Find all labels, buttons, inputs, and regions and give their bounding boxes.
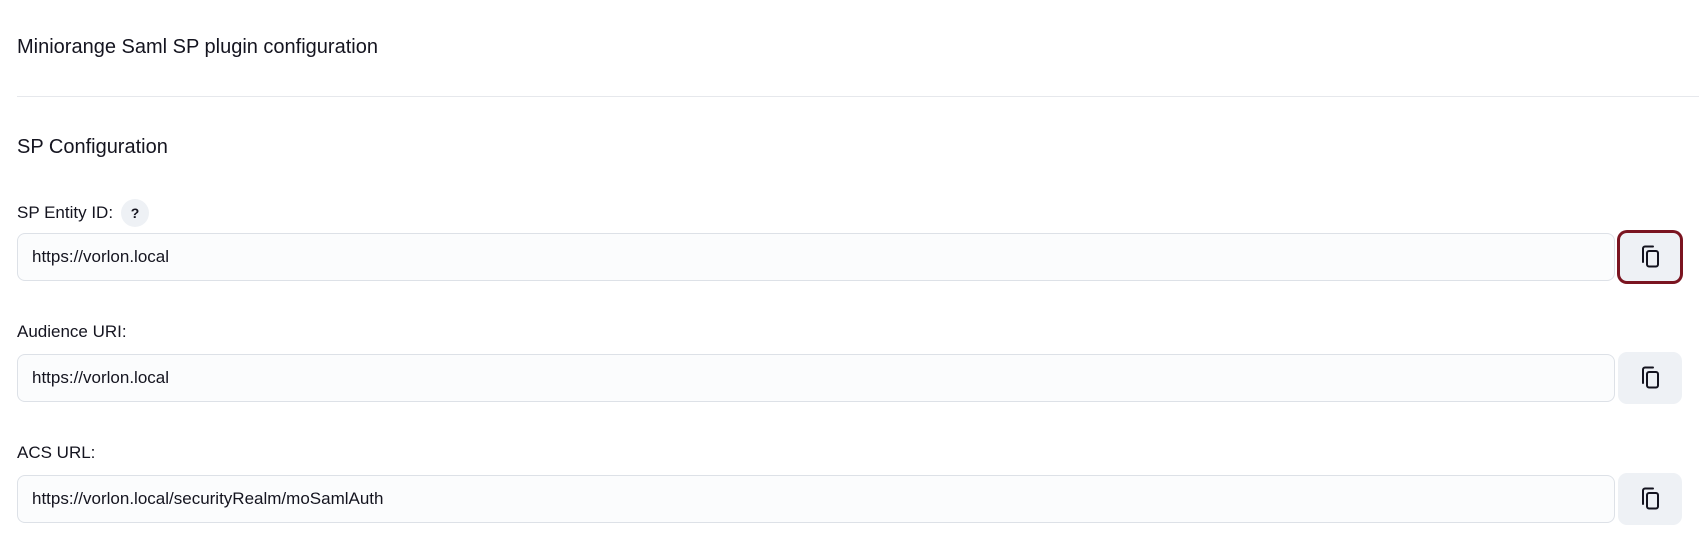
sp-entity-id-field[interactable]: [17, 233, 1615, 281]
audience-uri-label: Audience URI:: [17, 321, 127, 343]
acs-url-label: ACS URL:: [17, 442, 95, 464]
help-icon[interactable]: ?: [121, 199, 150, 227]
copy-icon: [1642, 366, 1659, 389]
page-title: Miniorange Saml SP plugin configuration: [17, 36, 378, 58]
copy-icon: [1642, 487, 1659, 510]
sp-entity-id-label: SP Entity ID: ?: [17, 199, 150, 227]
section-title: SP Configuration: [17, 136, 168, 158]
copy-icon: [1642, 245, 1659, 268]
sp-entity-id-label-text: SP Entity ID:: [17, 203, 114, 222]
copy-audience-uri-button[interactable]: [1618, 352, 1682, 404]
page-header: Miniorange Saml SP plugin configuration: [17, 0, 1699, 97]
copy-acs-url-button[interactable]: [1618, 473, 1682, 525]
audience-uri-label-text: Audience URI:: [17, 322, 127, 341]
audience-uri-field[interactable]: [17, 354, 1615, 402]
acs-url-label-text: ACS URL:: [17, 443, 96, 462]
copy-sp-entity-id-button[interactable]: [1618, 231, 1682, 283]
acs-url-field[interactable]: [17, 475, 1615, 523]
